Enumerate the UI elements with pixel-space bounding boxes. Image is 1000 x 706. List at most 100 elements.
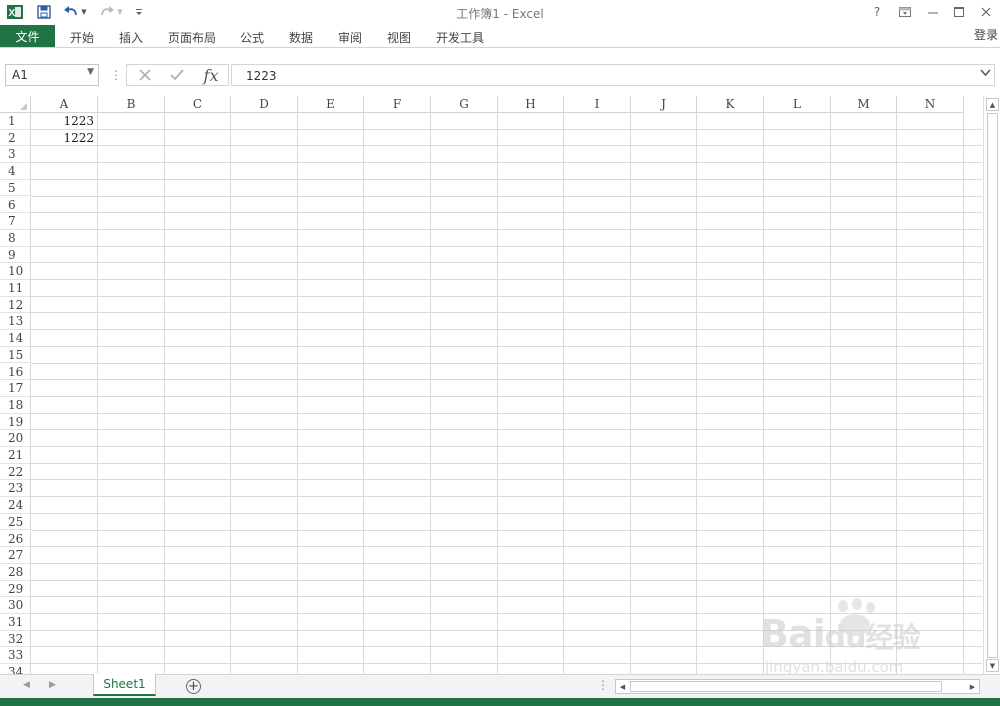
tab-review[interactable]: 审阅 xyxy=(338,29,362,46)
tab-data[interactable]: 数据 xyxy=(289,29,313,46)
minimize-button[interactable] xyxy=(922,3,944,21)
column-header-n[interactable]: N xyxy=(897,96,964,113)
column-header-g[interactable]: G xyxy=(431,96,498,113)
row-header-3[interactable]: 3 xyxy=(0,146,31,164)
row-header-13[interactable]: 13 xyxy=(0,313,31,331)
chevron-down-icon[interactable]: ▼ xyxy=(87,67,94,77)
worksheet-grid[interactable]: ABCDEFGHIJKLMN 1 2 3 4 5 6 7 8 9 10 11 12 13 14 15 16 17… xyxy=(0,96,982,674)
insert-function-button[interactable]: fx xyxy=(197,65,225,85)
tab-file[interactable]: 文件 xyxy=(0,25,55,47)
cell-a2[interactable]: 1222 xyxy=(31,130,98,147)
row-header-28[interactable]: 28 xyxy=(0,563,31,581)
grid-row-line xyxy=(31,663,982,665)
row-header-7[interactable]: 7 xyxy=(0,213,31,230)
row-header-30[interactable]: 30 xyxy=(0,597,31,614)
row-header-29[interactable]: 29 xyxy=(0,580,31,598)
grid-row-line xyxy=(31,312,982,314)
column-header-k[interactable]: K xyxy=(697,96,764,113)
column-header-f[interactable]: F xyxy=(364,96,431,113)
formula-input[interactable]: 1223 xyxy=(231,64,995,86)
select-all-button[interactable] xyxy=(0,96,31,113)
row-header-34[interactable]: 34 xyxy=(0,664,31,674)
row-header-2[interactable]: 2 xyxy=(0,129,31,147)
grid-row-line xyxy=(31,228,982,230)
row-header-12[interactable]: 12 xyxy=(0,296,31,314)
row-header-25[interactable]: 25 xyxy=(0,513,31,531)
tab-formulas[interactable]: 公式 xyxy=(240,29,264,46)
scroll-down-icon[interactable]: ▼ xyxy=(986,659,999,672)
tab-insert[interactable]: 插入 xyxy=(119,29,143,46)
name-box-value: A1 xyxy=(12,68,28,82)
cancel-icon[interactable] xyxy=(133,65,157,85)
row-header-19[interactable]: 19 xyxy=(0,413,31,431)
grid-row-line xyxy=(31,362,982,364)
vertical-scroll-thumb[interactable] xyxy=(987,113,998,658)
next-sheet-icon[interactable]: ▶ xyxy=(49,680,56,690)
formula-bar-grip-icon[interactable]: ⋮ xyxy=(110,68,122,82)
grid-column-line xyxy=(630,113,631,674)
ribbon-display-button[interactable] xyxy=(894,3,916,21)
tab-view[interactable]: 视图 xyxy=(387,29,411,46)
enter-icon[interactable] xyxy=(165,65,189,85)
row-header-17[interactable]: 17 xyxy=(0,380,31,397)
row-header-14[interactable]: 14 xyxy=(0,330,31,347)
login-link[interactable]: 登录 xyxy=(974,26,998,43)
row-header-27[interactable]: 27 xyxy=(0,547,31,564)
row-header-5[interactable]: 5 xyxy=(0,179,31,197)
scroll-left-icon[interactable]: ◀ xyxy=(616,680,629,693)
row-header-4[interactable]: 4 xyxy=(0,163,31,180)
row-header-8[interactable]: 8 xyxy=(0,229,31,247)
column-header-h[interactable]: H xyxy=(498,96,564,113)
column-header-e[interactable]: E xyxy=(298,96,364,113)
cell-a1[interactable]: 1223 xyxy=(31,113,98,130)
row-header-33[interactable]: 33 xyxy=(0,647,31,665)
grid-column-line xyxy=(763,113,764,674)
row-header-31[interactable]: 31 xyxy=(0,614,31,631)
grid-row-line xyxy=(31,379,982,381)
row-header-9[interactable]: 9 xyxy=(0,246,31,264)
column-header-l[interactable]: L xyxy=(764,96,831,113)
horizontal-scrollbar[interactable]: ◀ ▶ xyxy=(615,679,980,694)
tab-developer[interactable]: 开发工具 xyxy=(436,29,484,46)
column-header-i[interactable]: I xyxy=(564,96,631,113)
grid-column-line xyxy=(363,113,364,674)
row-header-11[interactable]: 11 xyxy=(0,280,31,297)
row-header-1[interactable]: 1 xyxy=(0,113,31,130)
row-header-15[interactable]: 15 xyxy=(0,346,31,364)
row-header-26[interactable]: 26 xyxy=(0,530,31,548)
row-header-10[interactable]: 10 xyxy=(0,263,31,280)
column-header-d[interactable]: D xyxy=(231,96,298,113)
sheet-tab-sheet1[interactable]: Sheet1 xyxy=(93,674,156,696)
column-header-j[interactable]: J xyxy=(631,96,697,113)
formula-buttons: fx xyxy=(126,64,229,86)
vertical-scrollbar[interactable]: ▲ ▼ xyxy=(983,96,1000,674)
column-header-a[interactable]: A xyxy=(31,96,98,113)
row-header-23[interactable]: 23 xyxy=(0,480,31,498)
column-header-m[interactable]: M xyxy=(831,96,897,113)
maximize-button[interactable] xyxy=(948,3,970,21)
horizontal-scroll-thumb[interactable] xyxy=(630,681,942,692)
close-button[interactable] xyxy=(975,3,997,21)
tab-split-grip-icon[interactable]: ⋮ xyxy=(597,678,609,692)
expand-formula-bar-icon[interactable] xyxy=(980,67,991,80)
row-header-21[interactable]: 21 xyxy=(0,447,31,464)
row-header-22[interactable]: 22 xyxy=(0,463,31,481)
window-title: 工作簿1 - Excel xyxy=(456,7,544,21)
tab-page-layout[interactable]: 页面布局 xyxy=(168,29,216,46)
formula-value: 1223 xyxy=(246,69,277,83)
column-header-b[interactable]: B xyxy=(98,96,165,113)
add-sheet-button[interactable]: + xyxy=(186,679,201,694)
row-header-6[interactable]: 6 xyxy=(0,196,31,214)
prev-sheet-icon[interactable]: ◀ xyxy=(23,680,30,690)
row-header-24[interactable]: 24 xyxy=(0,497,31,514)
row-header-18[interactable]: 18 xyxy=(0,396,31,414)
tab-home[interactable]: 开始 xyxy=(70,29,94,46)
name-box[interactable]: A1 ▼ xyxy=(5,64,99,86)
row-header-20[interactable]: 20 xyxy=(0,430,31,447)
help-button[interactable]: ? xyxy=(866,3,888,21)
column-header-c[interactable]: C xyxy=(165,96,231,113)
row-header-16[interactable]: 16 xyxy=(0,363,31,381)
scroll-up-icon[interactable]: ▲ xyxy=(986,98,999,111)
row-header-32[interactable]: 32 xyxy=(0,630,31,648)
scroll-right-icon[interactable]: ▶ xyxy=(966,680,979,693)
